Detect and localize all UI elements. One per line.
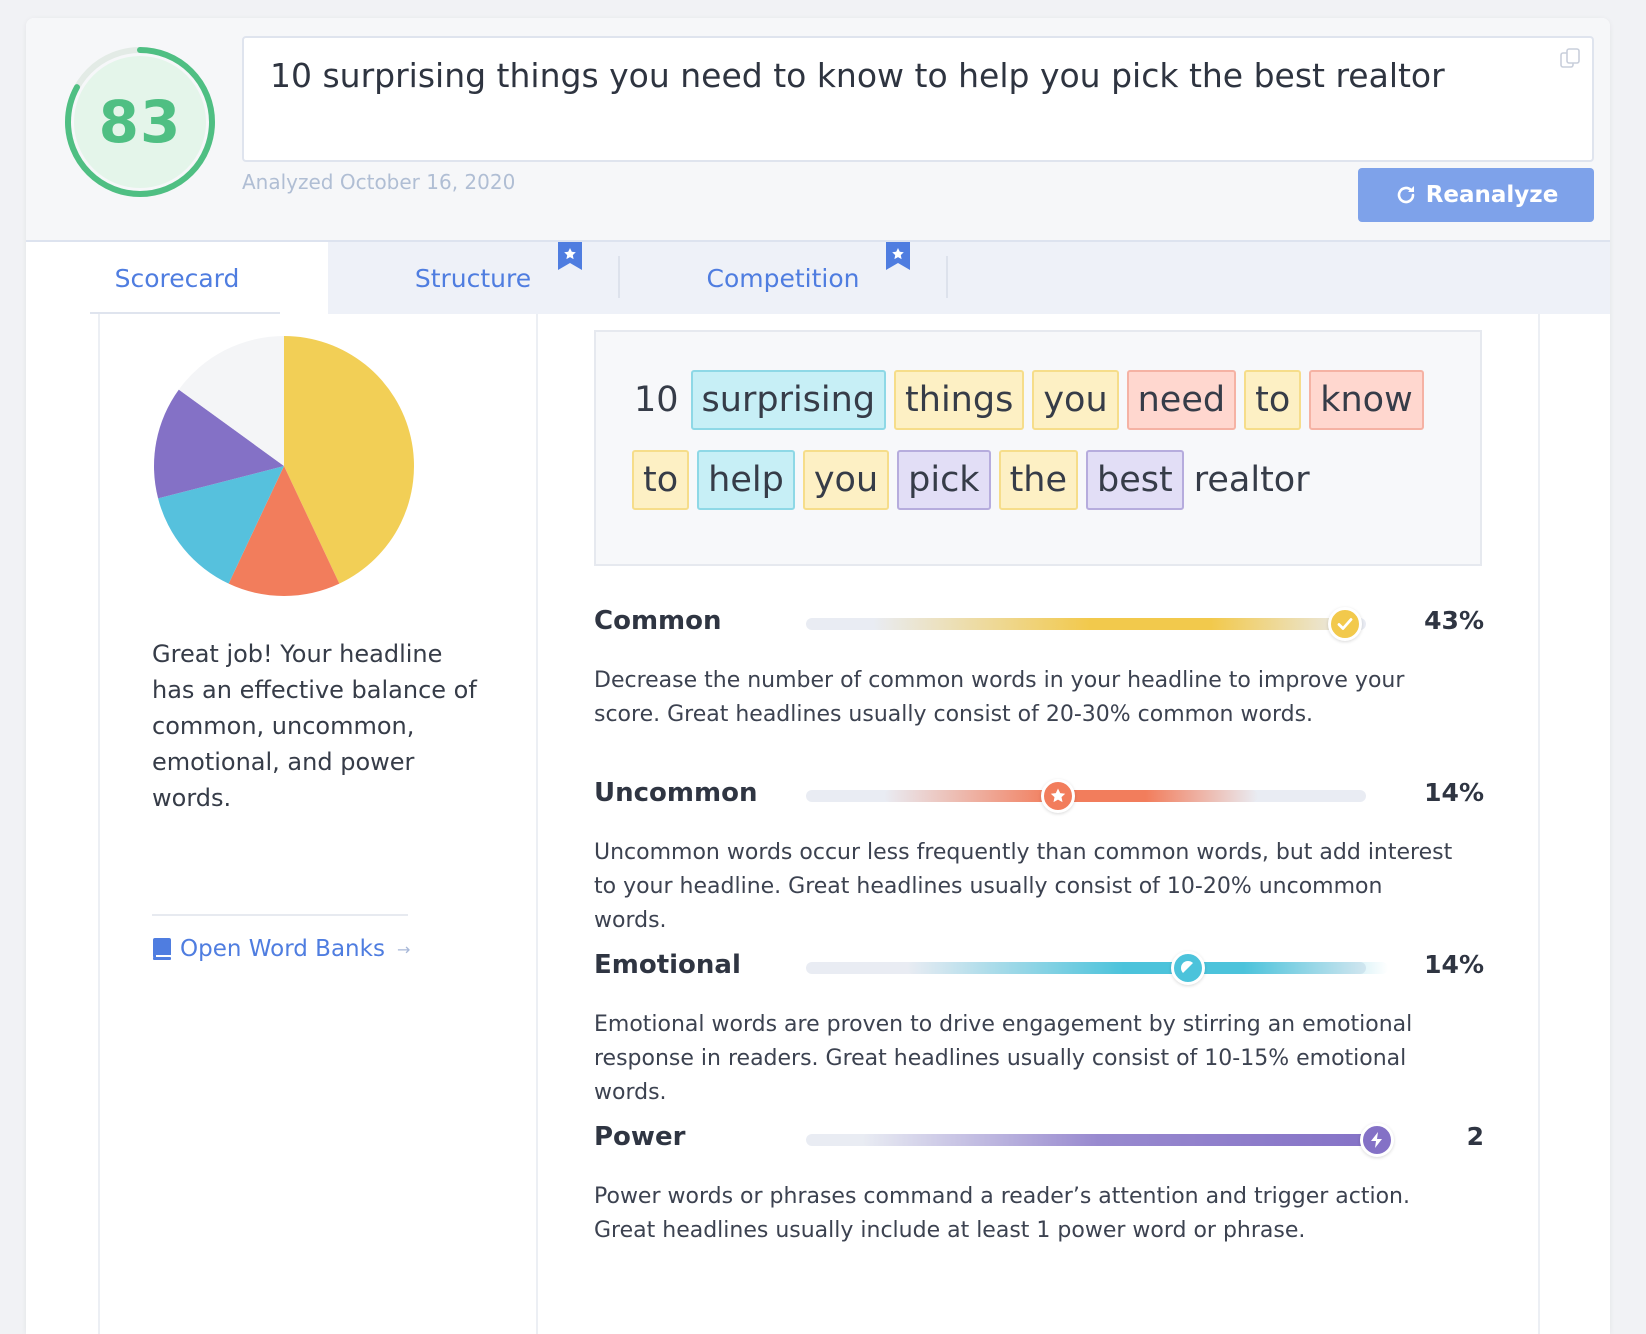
divider bbox=[1538, 314, 1540, 1334]
word-chip-power[interactable]: best bbox=[1086, 450, 1184, 510]
word-chip-common[interactable]: the bbox=[998, 450, 1079, 510]
header: 83 10 surprising things you need to know… bbox=[26, 18, 1610, 242]
word-chip-emotional[interactable]: help bbox=[697, 450, 795, 510]
metric-value: 43% bbox=[1424, 606, 1484, 635]
metric-name: Emotional bbox=[594, 950, 741, 980]
score-value: 83 bbox=[98, 88, 182, 156]
tab-structure-label: Structure bbox=[414, 263, 532, 293]
word-chip-plain: realtor bbox=[1193, 460, 1310, 500]
word-chip-emotional[interactable]: surprising bbox=[690, 370, 887, 430]
check-icon bbox=[1328, 607, 1362, 641]
open-word-banks-link[interactable]: Open Word Banks → bbox=[152, 936, 410, 962]
metric-slider bbox=[806, 951, 1388, 985]
analyzed-date: Analyzed October 16, 2020 bbox=[242, 170, 516, 194]
headline-text: 10 surprising things you need to know to… bbox=[270, 56, 1445, 95]
bookmark-star-icon bbox=[558, 242, 582, 270]
metric-uncommon: Uncommon 14% Uncommon words occur less f… bbox=[594, 778, 1484, 938]
metric-description: Decrease the number of common words in y… bbox=[594, 668, 1405, 727]
word-balance-pie-chart bbox=[154, 336, 414, 596]
tab-bar: Scorecard Structure Competition bbox=[26, 242, 1610, 314]
word-chip-uncommon[interactable]: need bbox=[1126, 370, 1237, 430]
tab-scorecard[interactable]: Scorecard bbox=[26, 242, 328, 314]
metric-fill bbox=[907, 962, 1388, 974]
tab-scorecard-label: Scorecard bbox=[114, 263, 240, 293]
tab-competition-label: Competition bbox=[706, 263, 860, 293]
metric-slider bbox=[806, 607, 1366, 641]
word-chip-common[interactable]: things bbox=[894, 370, 1025, 430]
half-moon-icon bbox=[1171, 951, 1205, 985]
metric-value: 14% bbox=[1424, 950, 1484, 979]
refresh-icon bbox=[1397, 186, 1415, 204]
metric-slider bbox=[806, 779, 1366, 813]
summary-text: Great job! Your headline has an effectiv… bbox=[152, 640, 477, 812]
reanalyze-button[interactable]: Reanalyze bbox=[1358, 168, 1594, 222]
copy-icon[interactable] bbox=[1558, 46, 1582, 70]
metric-power: Power 2 Power words or phrases command a… bbox=[594, 1122, 1484, 1248]
book-icon bbox=[153, 938, 171, 960]
word-row: 10 surprising things you need to know bbox=[632, 368, 1444, 432]
divider bbox=[152, 914, 408, 916]
word-banks-label: Open Word Banks bbox=[180, 936, 385, 962]
headline-word-breakdown: 10 surprising things you need to know to help yo… bbox=[594, 330, 1482, 566]
word-chip-common[interactable]: to bbox=[632, 450, 690, 510]
metric-name: Power bbox=[594, 1122, 686, 1152]
word-chip-common[interactable]: you bbox=[1032, 370, 1119, 430]
word-chip-power[interactable]: pick bbox=[897, 450, 991, 510]
metric-value: 14% bbox=[1424, 778, 1484, 807]
word-chip-uncommon[interactable]: know bbox=[1309, 370, 1424, 430]
word-chip-plain: 10 bbox=[634, 380, 679, 420]
word-chip-common[interactable]: to bbox=[1244, 370, 1302, 430]
analyzer-card: 83 10 surprising things you need to know… bbox=[26, 18, 1610, 1334]
metric-fill bbox=[873, 618, 1356, 630]
metric-fill bbox=[862, 1134, 1387, 1146]
word-chip-common[interactable]: you bbox=[802, 450, 890, 510]
metric-value: 2 bbox=[1466, 1122, 1484, 1151]
reanalyze-label: Reanalyze bbox=[1425, 182, 1559, 208]
metric-slider bbox=[806, 1123, 1394, 1157]
arrow-right-icon: → bbox=[396, 939, 411, 959]
lightning-icon bbox=[1360, 1123, 1394, 1157]
metric-common: Common 43% Decrease the number of common… bbox=[594, 606, 1484, 732]
word-row: to help you pick the best realtor bbox=[632, 448, 1444, 512]
star-icon bbox=[1041, 779, 1075, 813]
tab-divider bbox=[946, 256, 948, 298]
metric-description: Emotional words are proven to drive enga… bbox=[594, 1012, 1413, 1105]
metric-description: Power words or phrases command a reader’… bbox=[594, 1184, 1410, 1243]
metric-description: Uncommon words occur less frequently tha… bbox=[594, 840, 1453, 933]
headline-input[interactable]: 10 surprising things you need to know to… bbox=[242, 36, 1594, 162]
metric-name: Common bbox=[594, 606, 722, 636]
bookmark-star-icon bbox=[886, 242, 910, 270]
metric-name: Uncommon bbox=[594, 778, 758, 808]
left-panel: Great job! Your headline has an effectiv… bbox=[98, 314, 538, 1334]
metric-emotional: Emotional 14% Emotional words are proven… bbox=[594, 950, 1484, 1110]
